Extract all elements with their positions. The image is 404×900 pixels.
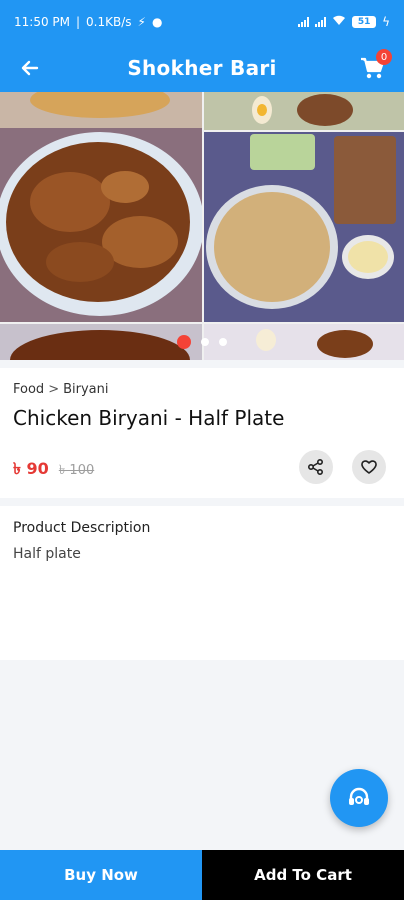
price-row: ৳ 90 ৳ 100 xyxy=(13,456,94,483)
cart-button[interactable]: 0 xyxy=(358,49,392,82)
back-button[interactable] xyxy=(18,56,42,80)
status-time: 11:50 PM xyxy=(14,15,70,29)
bottom-action-bar: Buy Now Add To Cart xyxy=(0,850,404,900)
product-info-card: Food > Biryani Chicken Biryani - Half Pl… xyxy=(0,368,404,498)
status-bar: 11:50 PM | 0.1KB/s ⚡ ● 51 ϟ xyxy=(0,0,404,44)
wifi-icon xyxy=(332,15,346,29)
share-button[interactable] xyxy=(299,450,333,484)
app-bar: Shokher Bari 0 xyxy=(0,44,404,92)
carousel-indicator xyxy=(0,334,404,350)
cart-count-badge: 0 xyxy=(376,49,392,65)
product-name: Chicken Biryani - Half Plate xyxy=(13,406,285,430)
headset-icon xyxy=(349,787,369,805)
charging-icon: ϟ xyxy=(382,15,390,29)
breadcrumb-category[interactable]: Food xyxy=(13,382,44,397)
carousel-dot-active[interactable] xyxy=(177,335,191,349)
status-separator: | xyxy=(76,15,81,29)
signal-icon-2 xyxy=(315,17,327,27)
battery-icon: 51 xyxy=(352,16,377,28)
arrow-left-icon xyxy=(21,60,39,76)
description-text: Half plate xyxy=(13,546,81,562)
carousel-dot[interactable] xyxy=(201,338,209,346)
status-network-speed: 0.1KB/s xyxy=(86,15,132,29)
breadcrumb-subcategory[interactable]: Biryani xyxy=(63,382,108,397)
wishlist-button[interactable] xyxy=(352,450,386,484)
product-image xyxy=(0,92,404,360)
product-price: ৳ 90 xyxy=(13,459,49,478)
carousel-dot[interactable] xyxy=(219,338,227,346)
product-description-card: Product Description Half plate xyxy=(0,506,404,660)
page-title: Shokher Bari xyxy=(127,56,277,80)
support-chat-button[interactable] xyxy=(330,769,388,827)
data-saver-icon: ⚡ xyxy=(137,15,146,29)
app-notification-icon: ● xyxy=(151,15,163,29)
share-icon xyxy=(307,458,324,476)
description-title: Product Description xyxy=(13,520,151,536)
signal-icon xyxy=(298,17,310,27)
breadcrumb-separator: > xyxy=(48,382,60,397)
product-old-price: ৳ 100 xyxy=(58,463,95,478)
buy-now-button[interactable]: Buy Now xyxy=(0,850,202,900)
breadcrumb: Food > Biryani xyxy=(13,382,108,397)
product-image-carousel[interactable] xyxy=(0,92,404,360)
heart-icon xyxy=(361,460,377,474)
add-to-cart-button[interactable]: Add To Cart xyxy=(202,850,404,900)
